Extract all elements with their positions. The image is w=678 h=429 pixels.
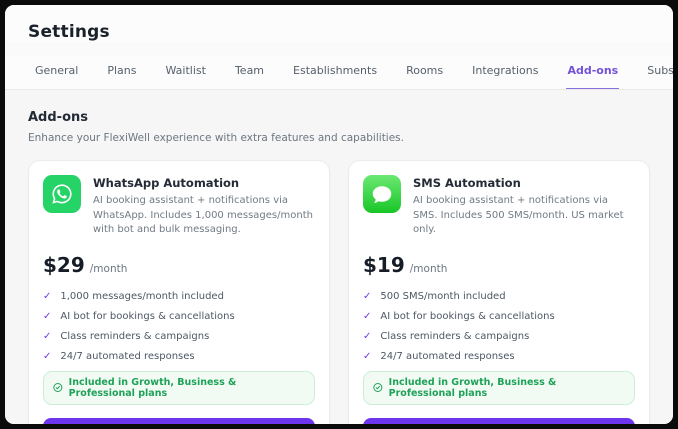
tab-waitlist[interactable]: Waitlist (165, 56, 207, 89)
window-frame: Settings General Plans Waitlist Team Est… (0, 0, 678, 429)
card-title: WhatsApp Automation (93, 176, 240, 190)
feature-item: ✓ AI bot for bookings & cancellations (363, 310, 555, 322)
feature-item: ✓ AI bot for bookings & cancellations (43, 310, 235, 322)
badge-text: Included in Growth, Business & Professio… (68, 376, 237, 399)
check-icon: ✓ (363, 350, 372, 362)
check-icon: ✓ (43, 310, 52, 322)
included-plans-badge: Included in Growth, Business & Professio… (43, 370, 315, 405)
check-icon: ✓ (43, 290, 52, 302)
tab-team[interactable]: Team (234, 56, 265, 89)
feature-item: ✓ 1,000 messages/month included (43, 290, 224, 302)
feature-item: ✓ 24/7 automated responses (43, 350, 195, 362)
feature-item: ✓ 500 SMS/month included (363, 290, 506, 302)
tab-rooms[interactable]: Rooms (405, 56, 444, 89)
card-whatsapp-automation: WhatsApp Automation AI booking assistant… (28, 160, 330, 424)
card-sms-automation: SMS Automation AI booking assistant + no… (348, 160, 650, 424)
check-circle-icon (53, 382, 63, 393)
page-header: Settings (5, 5, 673, 42)
check-circle-icon (373, 382, 383, 393)
tab-plans[interactable]: Plans (106, 56, 137, 89)
feature-item: ✓ Class reminders & campaigns (43, 330, 210, 342)
check-icon: ✓ (363, 330, 372, 342)
settings-page: Settings General Plans Waitlist Team Est… (5, 5, 673, 424)
whatsapp-icon (43, 175, 81, 213)
page-title: Settings (28, 22, 110, 42)
add-ons-section: Add-ons Enhance your FlexiWell experienc… (5, 90, 673, 424)
add-to-plan-button[interactable]: Add to Plan (363, 417, 635, 424)
tab-integrations[interactable]: Integrations (471, 56, 539, 89)
tab-general[interactable]: General (34, 56, 79, 89)
price: $29 (43, 252, 85, 277)
feature-item: ✓ Class reminders & campaigns (363, 330, 530, 342)
price: $19 (363, 252, 405, 277)
feature-list: ✓ 1,000 messages/month included ✓ AI bot f… (43, 291, 315, 362)
add-to-plan-button[interactable]: Add to Plan (43, 417, 315, 424)
check-icon: ✓ (363, 290, 372, 302)
check-icon: ✓ (363, 310, 372, 322)
sms-icon (363, 175, 401, 213)
section-subtitle: Enhance your FlexiWell experience with e… (28, 132, 404, 144)
check-icon: ✓ (43, 330, 52, 342)
tab-subscription[interactable]: Subscription (646, 56, 673, 89)
badge-text: Included in Growth, Business & Professio… (388, 376, 557, 399)
add-on-cards: WhatsApp Automation AI booking assistant… (28, 160, 650, 424)
price-period: /month (89, 262, 128, 275)
settings-tabs: General Plans Waitlist Team Establishmen… (5, 56, 673, 90)
included-plans-badge: Included in Growth, Business & Professio… (363, 370, 635, 405)
check-icon: ✓ (43, 350, 52, 362)
card-description: AI booking assistant + notifications via… (413, 195, 624, 235)
feature-item: ✓ 24/7 automated responses (363, 350, 515, 362)
price-period: /month (409, 262, 448, 275)
tab-establishments[interactable]: Establishments (292, 56, 378, 89)
section-title: Add-ons (28, 110, 88, 125)
card-title: SMS Automation (413, 176, 521, 190)
tab-add-ons[interactable]: Add-ons (566, 56, 620, 89)
feature-list: ✓ 500 SMS/month included ✓ AI bot for book… (363, 291, 635, 362)
card-description: AI booking assistant + notifications via… (93, 195, 313, 235)
